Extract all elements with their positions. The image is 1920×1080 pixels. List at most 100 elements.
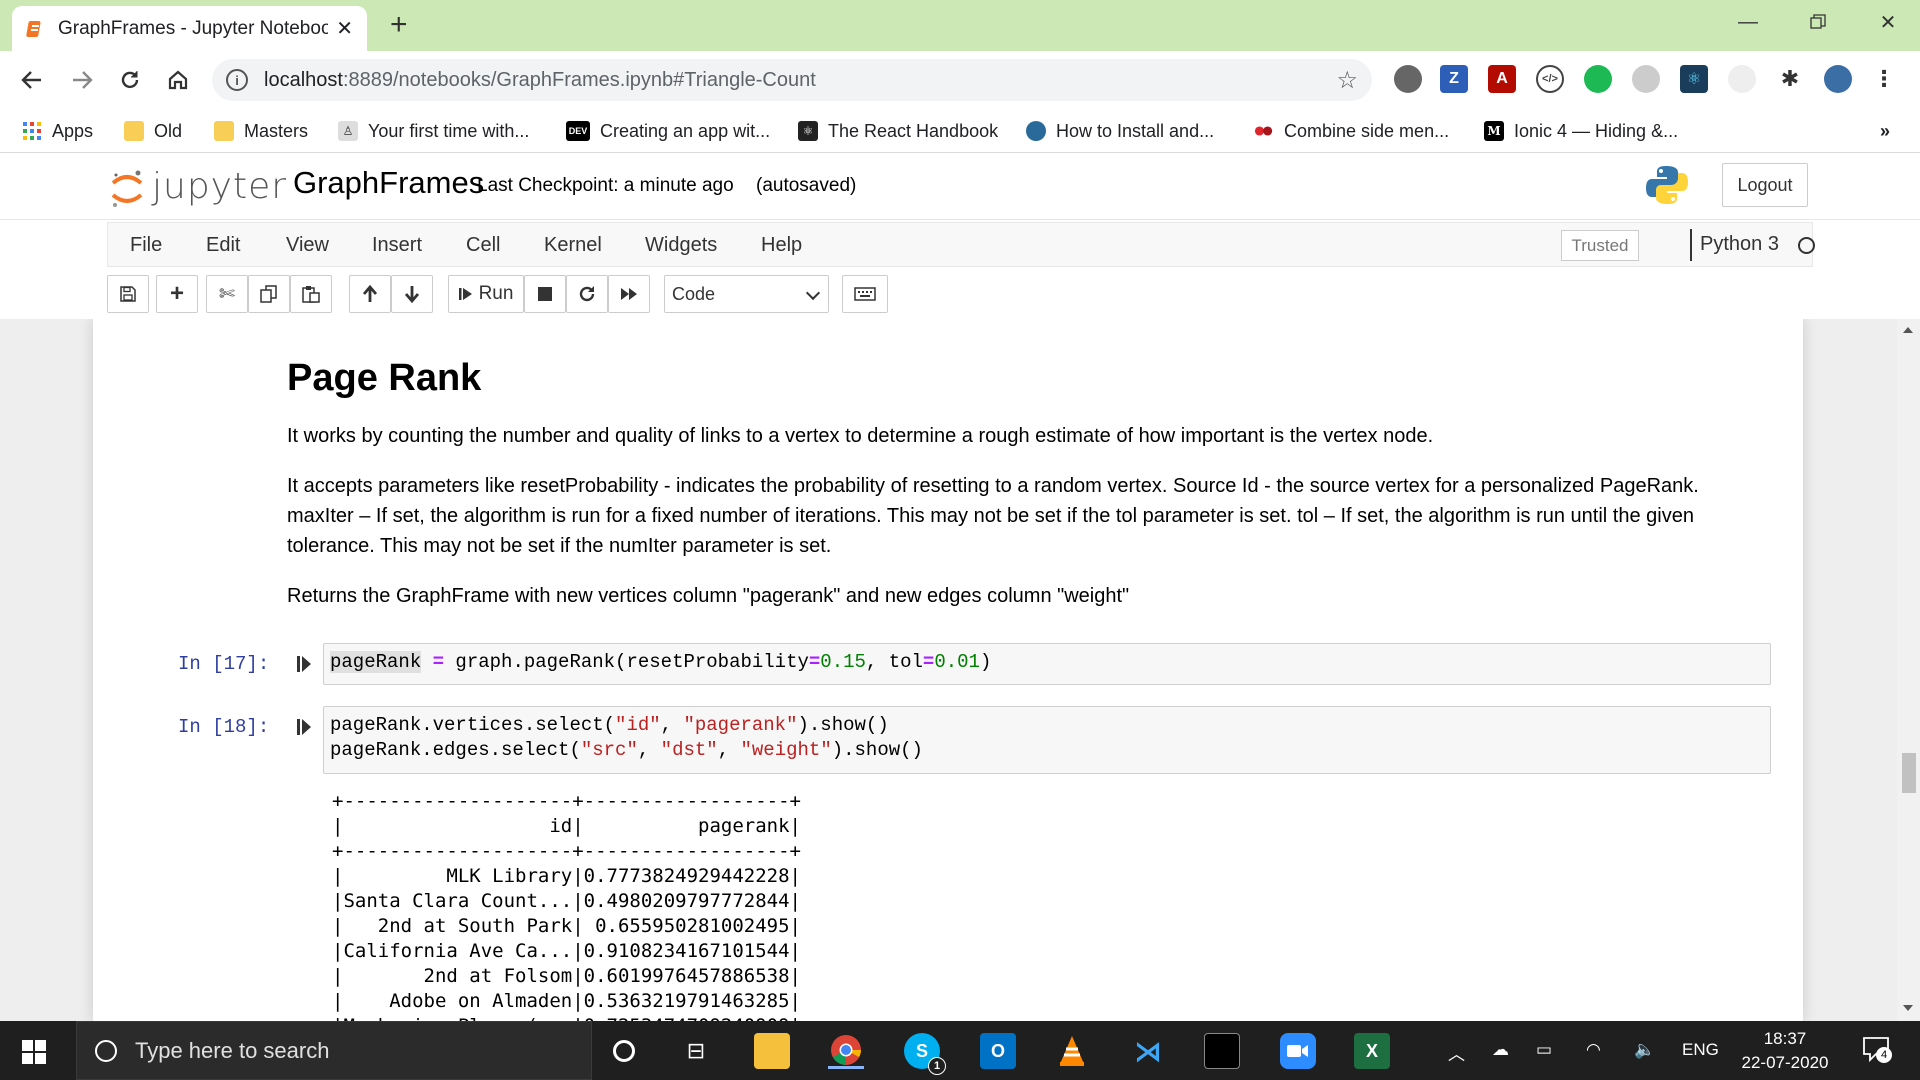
jupyter-logo[interactable]: jupyter bbox=[110, 163, 287, 209]
browser-toolbar: i localhost:8889/notebooks/GraphFrames.i… bbox=[0, 51, 1920, 109]
restart-run-all-button[interactable] bbox=[608, 275, 650, 313]
language-indicator[interactable]: ENG bbox=[1682, 1040, 1719, 1060]
command-palette-button[interactable] bbox=[842, 275, 888, 313]
close-tab-icon[interactable]: ✕ bbox=[336, 16, 353, 41]
outlook-icon[interactable]: O bbox=[980, 1033, 1016, 1069]
cell-type-select[interactable]: Code bbox=[664, 275, 829, 313]
cortana-icon[interactable] bbox=[606, 1033, 642, 1069]
windows-start-icon[interactable] bbox=[22, 1040, 46, 1064]
minimize-window-button[interactable]: — bbox=[1716, 0, 1780, 44]
save-button[interactable] bbox=[107, 275, 149, 313]
volume-icon[interactable]: 🔈 bbox=[1634, 1040, 1655, 1060]
cut-button[interactable]: ✄ bbox=[206, 275, 248, 313]
chrome-icon[interactable] bbox=[828, 1033, 864, 1069]
onedrive-icon[interactable]: ☁ bbox=[1492, 1040, 1509, 1060]
menu-insert[interactable]: Insert bbox=[372, 234, 422, 257]
extension-react-devtools-icon[interactable]: ⚛ bbox=[1680, 65, 1708, 93]
menu-file[interactable]: File bbox=[130, 234, 162, 257]
clock-date: 22-07-2020 bbox=[1741, 1053, 1829, 1072]
system-clock[interactable]: 18:37 22-07-2020 bbox=[1730, 1027, 1840, 1075]
extension-code-icon[interactable]: </> bbox=[1536, 65, 1564, 93]
code-cell-input[interactable]: pageRank.vertices.select("id", "pagerank… bbox=[323, 706, 1771, 774]
address-bar[interactable]: i localhost:8889/notebooks/GraphFrames.i… bbox=[212, 59, 1372, 101]
copy-button[interactable] bbox=[248, 275, 290, 313]
trusted-indicator[interactable]: Trusted bbox=[1561, 230, 1639, 261]
windows-taskbar: Type here to search ⊟ S 1 O ⋊ X ︿ ☁ ▭ ◠ … bbox=[0, 1021, 1920, 1080]
bookmark-apps[interactable]: Apps bbox=[22, 119, 93, 143]
code-cell-input[interactable]: pageRank = graph.pageRank(resetProbabili… bbox=[323, 643, 1771, 685]
bookmark-star-icon[interactable]: ☆ bbox=[1336, 66, 1358, 95]
bookmark-ionic[interactable]: M Ionic 4 — Hiding &... bbox=[1484, 119, 1678, 143]
interrupt-kernel-button[interactable] bbox=[524, 275, 566, 313]
browser-tab-active[interactable]: GraphFrames - Jupyter Noteboo ✕ bbox=[12, 6, 367, 51]
battery-icon[interactable]: ▭ bbox=[1536, 1040, 1552, 1060]
notebook-name[interactable]: GraphFrames bbox=[293, 165, 484, 201]
vscode-icon[interactable]: ⋊ bbox=[1130, 1033, 1166, 1069]
insert-cell-button[interactable]: + bbox=[156, 275, 198, 313]
browser-menu-icon[interactable]: ⋮ bbox=[1870, 65, 1898, 93]
notification-count: 4 bbox=[1876, 1047, 1892, 1063]
extension-grey-icon[interactable] bbox=[1632, 65, 1660, 93]
site-info-icon[interactable]: i bbox=[226, 69, 248, 91]
zoom-icon[interactable] bbox=[1280, 1033, 1316, 1069]
move-down-button[interactable] bbox=[391, 275, 433, 313]
bookmark-first-time[interactable]: ♙ Your first time with... bbox=[338, 119, 529, 143]
file-explorer-icon[interactable] bbox=[754, 1033, 790, 1069]
menu-widgets[interactable]: Widgets bbox=[645, 234, 717, 257]
wifi-icon[interactable]: ◠ bbox=[1586, 1040, 1601, 1060]
notebook-scrollbar[interactable] bbox=[1897, 319, 1920, 1021]
notebook-scroll-area[interactable]: Page Rank It works by counting the numbe… bbox=[0, 319, 1920, 1021]
menu-view[interactable]: View bbox=[286, 234, 329, 257]
extension-light-icon[interactable] bbox=[1728, 65, 1756, 93]
scroll-up-arrow-icon[interactable] bbox=[1903, 327, 1913, 333]
scroll-down-arrow-icon[interactable] bbox=[1903, 1005, 1913, 1011]
profile-avatar[interactable] bbox=[1824, 65, 1852, 93]
move-up-button[interactable] bbox=[349, 275, 391, 313]
jupyter-notebook-favicon bbox=[26, 20, 44, 38]
bookmark-creating-app[interactable]: DEV Creating an app wit... bbox=[566, 119, 770, 143]
taskbar-search-box[interactable]: Type here to search bbox=[76, 1021, 592, 1080]
bookmark-old[interactable]: Old bbox=[124, 119, 182, 143]
url-text[interactable]: localhost:8889/notebooks/GraphFrames.ipy… bbox=[264, 69, 1336, 92]
run-cell-icon[interactable] bbox=[297, 655, 311, 673]
close-window-button[interactable]: ✕ bbox=[1856, 0, 1920, 44]
skype-icon[interactable]: S 1 bbox=[904, 1033, 946, 1075]
reload-button[interactable] bbox=[110, 61, 150, 99]
bookmark-combine-side[interactable]: Combine side men... bbox=[1254, 119, 1449, 143]
menu-cell[interactable]: Cell bbox=[466, 234, 500, 257]
kernel-name[interactable]: Python 3 bbox=[1700, 233, 1779, 256]
bookmark-install[interactable]: How to Install and... bbox=[1026, 119, 1214, 143]
terminal-icon[interactable] bbox=[1204, 1033, 1240, 1069]
menu-edit[interactable]: Edit bbox=[206, 234, 240, 257]
menu-help[interactable]: Help bbox=[761, 234, 802, 257]
notebook-menubar: File Edit View Insert Cell Kernel Widget… bbox=[107, 222, 1815, 267]
home-button[interactable] bbox=[158, 61, 198, 99]
kernel-idle-icon bbox=[1798, 237, 1815, 254]
logout-button[interactable]: Logout bbox=[1722, 163, 1808, 207]
paste-button[interactable] bbox=[290, 275, 332, 313]
extension-z-icon[interactable]: Z bbox=[1440, 65, 1468, 93]
new-tab-button[interactable]: + bbox=[390, 8, 408, 42]
task-view-icon[interactable]: ⊟ bbox=[678, 1033, 714, 1069]
extension-pdf-icon[interactable]: A bbox=[1488, 65, 1516, 93]
back-button[interactable] bbox=[12, 61, 52, 99]
more-bookmarks-button[interactable]: » bbox=[1880, 119, 1890, 143]
forward-button[interactable] bbox=[62, 61, 102, 99]
extension-circle-icon[interactable] bbox=[1394, 65, 1422, 93]
menu-kernel[interactable]: Kernel bbox=[544, 234, 602, 257]
tray-overflow-icon[interactable]: ︿ bbox=[1448, 1040, 1465, 1065]
bookmark-react-handbook[interactable]: ⚛ The React Handbook bbox=[798, 119, 998, 143]
notifications-icon[interactable]: 4 bbox=[1862, 1035, 1892, 1068]
restore-window-button[interactable] bbox=[1786, 0, 1850, 44]
extension-green-icon[interactable] bbox=[1584, 65, 1612, 93]
folder-icon bbox=[124, 121, 144, 141]
extensions-puzzle-icon[interactable]: ✱ bbox=[1776, 65, 1804, 93]
excel-icon[interactable]: X bbox=[1354, 1033, 1390, 1069]
bookmark-masters[interactable]: Masters bbox=[214, 119, 308, 143]
vlc-icon[interactable] bbox=[1054, 1033, 1090, 1069]
restart-kernel-button[interactable] bbox=[566, 275, 608, 313]
run-cell-icon[interactable] bbox=[297, 718, 311, 736]
scrollbar-thumb[interactable] bbox=[1902, 753, 1916, 793]
run-button[interactable]: Run bbox=[448, 275, 524, 313]
search-icon bbox=[95, 1039, 117, 1062]
